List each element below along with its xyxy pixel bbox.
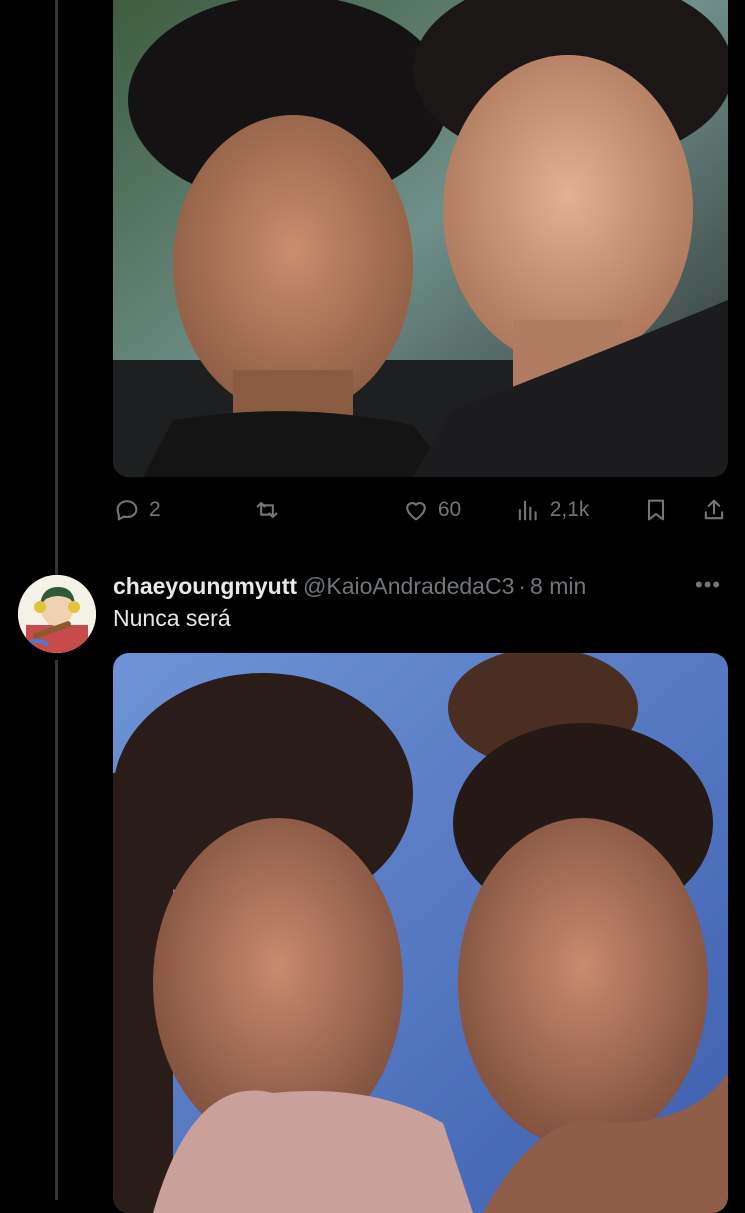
reply-count: 2 xyxy=(149,498,161,521)
previous-tweet-image[interactable] xyxy=(113,0,728,477)
avatar[interactable] xyxy=(18,575,96,653)
tweet-header: chaeyoungmyutt @KaioAndradedaC3 · 8 min xyxy=(113,570,586,602)
thread-line-lower xyxy=(55,660,58,1200)
bookmark-button[interactable] xyxy=(642,496,670,524)
tweet-action-bar: 2 60 2,1k xyxy=(113,490,728,530)
tweet-image[interactable] xyxy=(113,653,728,1213)
views-button[interactable]: 2,1k xyxy=(514,496,590,524)
share-button[interactable] xyxy=(700,496,728,524)
tweet-text: Nunca será xyxy=(113,605,231,631)
share-icon xyxy=(704,499,724,520)
views-icon xyxy=(518,500,537,521)
retweet-button[interactable] xyxy=(253,496,289,524)
reply-icon xyxy=(116,500,138,521)
user-handle[interactable]: @KaioAndradedaC3 xyxy=(303,573,514,600)
like-button[interactable]: 60 xyxy=(402,496,461,524)
separator-dot: · xyxy=(518,572,527,599)
more-options-icon[interactable]: ••• xyxy=(695,572,721,598)
bookmark-icon xyxy=(647,499,665,521)
retweet-icon xyxy=(256,501,278,519)
thread-line xyxy=(55,0,58,575)
tweet-timestamp[interactable]: 8 min xyxy=(530,573,586,600)
views-count: 2,1k xyxy=(549,498,590,521)
display-name[interactable]: chaeyoungmyutt xyxy=(113,573,297,600)
heart-icon xyxy=(406,502,426,521)
like-count: 60 xyxy=(437,498,462,521)
reply-button[interactable]: 2 xyxy=(113,496,161,524)
